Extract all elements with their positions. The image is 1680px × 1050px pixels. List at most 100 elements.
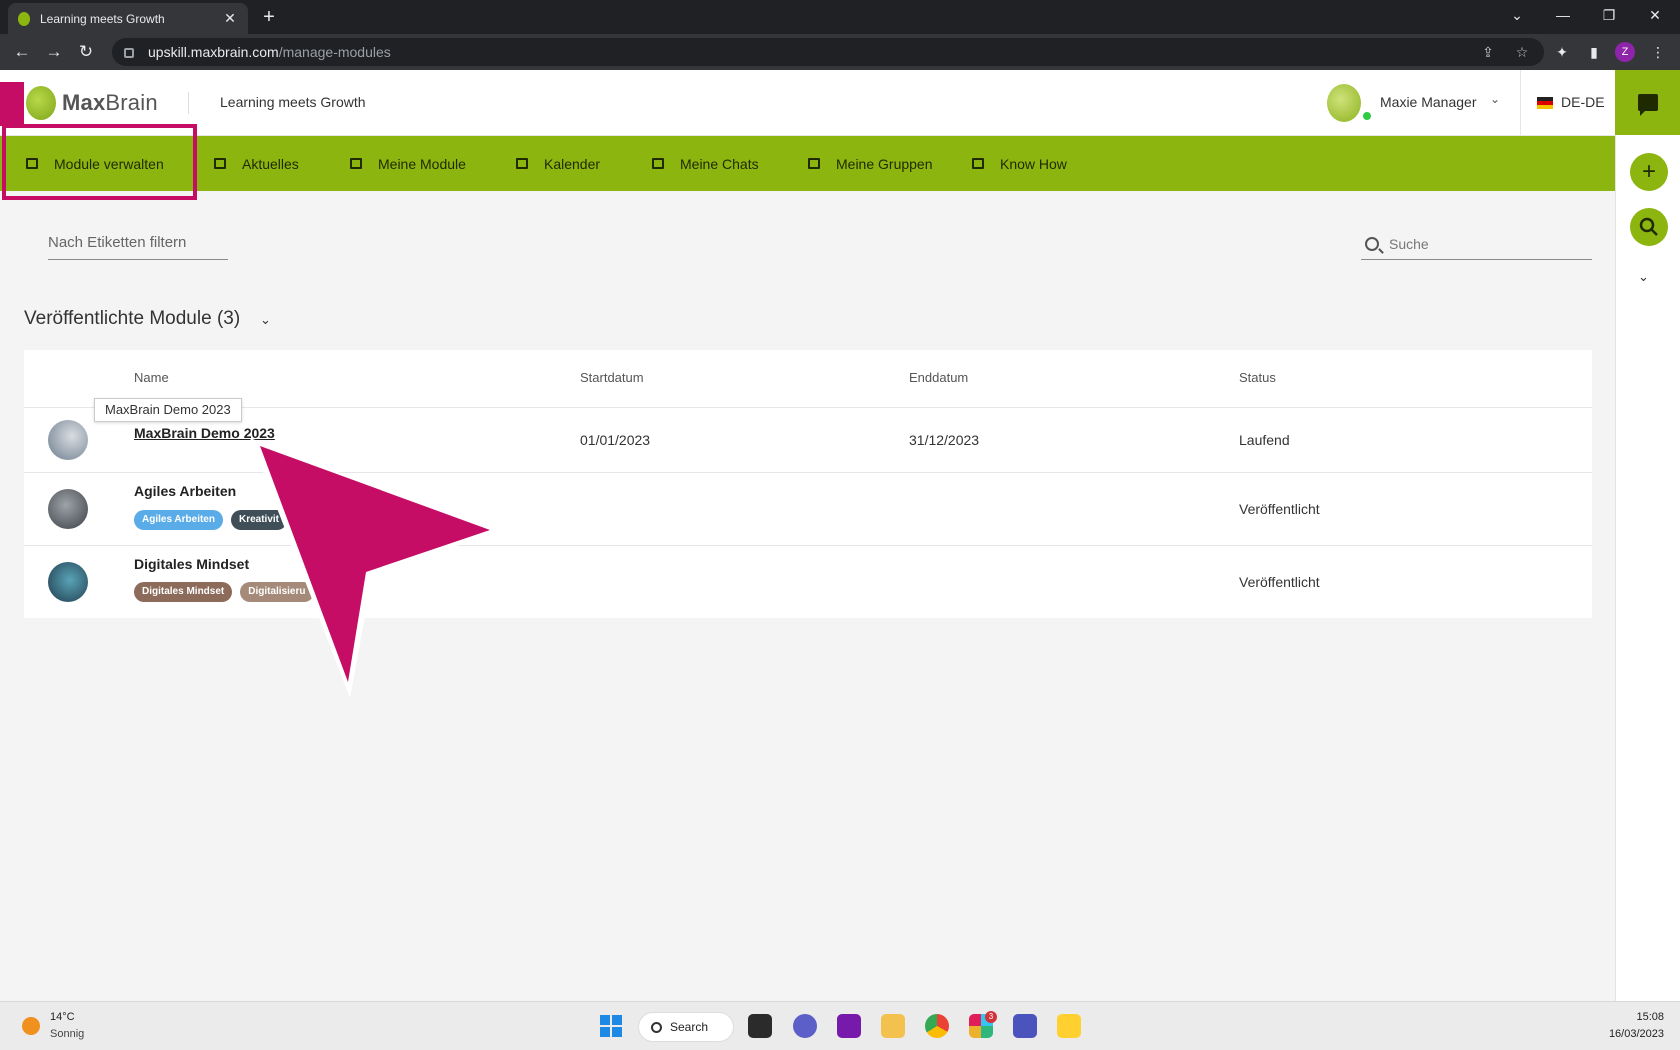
- user-avatar[interactable]: [1327, 84, 1361, 122]
- restore-button[interactable]: ❐: [1586, 0, 1632, 30]
- browser-toolbar: ← → ↻ upskill.maxbrain.com/manage-module…: [0, 34, 1680, 70]
- new-tab-button[interactable]: +: [256, 5, 282, 31]
- status-text: Laufend: [1239, 432, 1290, 448]
- windows-taskbar: 14°C Sonnig Search 3 15:08 16/03/2023: [0, 1001, 1680, 1050]
- search-input[interactable]: Suche: [1361, 228, 1592, 260]
- chat-icon: [1637, 94, 1658, 116]
- search-placeholder: Suche: [1389, 235, 1429, 252]
- miro-icon[interactable]: [1057, 1014, 1081, 1038]
- weather-temperature[interactable]: 14°C: [50, 1011, 75, 1023]
- groups-icon: [808, 158, 820, 169]
- back-button[interactable]: ←: [10, 40, 34, 64]
- nav-aktuelles[interactable]: Aktuelles: [214, 136, 299, 191]
- nav-meine-gruppen[interactable]: Meine Gruppen: [808, 136, 933, 191]
- column-header-startdatum[interactable]: Startdatum: [580, 370, 644, 385]
- nav-kalender[interactable]: Kalender: [516, 136, 600, 191]
- online-status-dot: [1363, 112, 1371, 120]
- url-host: upskill.maxbrain.com: [148, 44, 279, 60]
- close-tab-icon[interactable]: ✕: [222, 10, 238, 27]
- status-text: Veröffentlicht: [1239, 574, 1320, 590]
- chat-toggle-button[interactable]: [1615, 70, 1680, 135]
- maxbrain-favicon-icon: [18, 11, 30, 26]
- reload-button[interactable]: ↻: [74, 40, 98, 64]
- highlight-box: [2, 124, 197, 200]
- calendar-icon: [516, 158, 528, 169]
- onenote-icon[interactable]: [837, 1014, 861, 1038]
- tag-badge[interactable]: Digitales Mindset: [134, 582, 233, 602]
- tag-badge[interactable]: Agiles Arbeiten: [134, 510, 223, 530]
- tag-badge[interactable]: Digitalisieru: [240, 582, 314, 602]
- module-name-tooltip: MaxBrain Demo 2023: [94, 398, 242, 422]
- app-header: MaxBrain Learning meets Growth Maxie Man…: [0, 70, 1615, 136]
- tag-list: Agiles Arbeiten Kreativit: [134, 510, 287, 530]
- side-panel-icon[interactable]: ▮: [1582, 40, 1606, 64]
- module-name-link[interactable]: Agiles Arbeiten: [134, 483, 236, 499]
- end-date: 31/12/2023: [909, 432, 980, 448]
- tag-badge[interactable]: ate: [321, 582, 352, 602]
- close-window-button[interactable]: ✕: [1632, 0, 1678, 30]
- main-navigation: Module verwalten Aktuelles Meine Module …: [0, 136, 1615, 191]
- chrome-icon[interactable]: [925, 1014, 949, 1038]
- chevron-down-icon[interactable]: ⌄: [1490, 92, 1500, 106]
- search-button[interactable]: [1630, 208, 1668, 246]
- teams-icon[interactable]: [1013, 1014, 1037, 1038]
- start-date: 01/01/2023: [580, 432, 651, 448]
- inbox-icon: [652, 158, 664, 169]
- nav-know-how[interactable]: Know How: [972, 136, 1067, 191]
- chevron-down-icon[interactable]: ⌄: [260, 312, 271, 328]
- column-header-name[interactable]: Name: [134, 370, 169, 385]
- logo-text: MaxBrain: [62, 90, 158, 115]
- browser-tab[interactable]: Learning meets Growth ✕: [8, 3, 248, 34]
- module-thumbnail: [48, 489, 88, 529]
- module-name-link[interactable]: MaxBrain Demo 2023: [134, 425, 275, 441]
- add-button[interactable]: +: [1630, 153, 1668, 191]
- taskbar-time[interactable]: 15:08: [1600, 1011, 1664, 1023]
- news-icon: [214, 158, 226, 169]
- table-row[interactable]: MaxBrain Demo 2023 01/01/2023 31/12/2023…: [24, 407, 1592, 472]
- file-explorer-icon[interactable]: [881, 1014, 905, 1038]
- browser-menu-icon[interactable]: ⋮: [1646, 40, 1670, 64]
- module-name-link[interactable]: Digitales Mindset: [134, 556, 249, 572]
- maxbrain-logo[interactable]: MaxBrain: [26, 86, 158, 120]
- magnifier-icon: [1639, 217, 1658, 236]
- language-divider: [1520, 70, 1521, 136]
- right-rail: + ⌄: [1615, 135, 1680, 1001]
- search-icon: [651, 1021, 662, 1033]
- module-thumbnail: [48, 420, 88, 460]
- extensions-icon[interactable]: ✦: [1550, 40, 1574, 64]
- nav-meine-chats[interactable]: Meine Chats: [652, 136, 759, 191]
- teams-chat-icon[interactable]: [793, 1014, 817, 1038]
- header-divider: [188, 92, 189, 114]
- column-header-status[interactable]: Status: [1239, 370, 1276, 385]
- share-icon[interactable]: ⇪: [1476, 38, 1500, 66]
- bookmark-star-icon[interactable]: ☆: [1510, 38, 1534, 66]
- taskbar-date[interactable]: 16/03/2023: [1596, 1028, 1664, 1040]
- taskbar-search[interactable]: Search: [638, 1012, 734, 1042]
- forward-button[interactable]: →: [42, 40, 66, 64]
- table-row[interactable]: Agiles Arbeiten Agiles Arbeiten Kreativi…: [24, 472, 1592, 545]
- table-row[interactable]: Digitales Mindset Digitales Mindset Digi…: [24, 545, 1592, 618]
- sun-icon[interactable]: [22, 1017, 40, 1035]
- tag-badge[interactable]: Kreativit: [230, 510, 287, 530]
- brain-logo-icon: [26, 86, 56, 120]
- language-selector[interactable]: DE-DE: [1561, 94, 1605, 110]
- weather-description[interactable]: Sonnig: [50, 1028, 84, 1040]
- book-icon: [972, 158, 984, 169]
- task-view-icon[interactable]: [748, 1014, 772, 1038]
- section-title[interactable]: Veröffentlichte Module (3): [24, 308, 240, 330]
- minimize-button[interactable]: —: [1540, 0, 1586, 30]
- module-thumbnail: [48, 562, 88, 602]
- user-name[interactable]: Maxie Manager: [1380, 94, 1477, 110]
- nav-meine-module[interactable]: Meine Module: [350, 136, 466, 191]
- browser-tabbar: Learning meets Growth ✕ + ⌄ — ❐ ✕: [0, 0, 1680, 34]
- address-bar[interactable]: upskill.maxbrain.com/manage-modules ⇪ ☆: [112, 38, 1544, 66]
- profile-avatar[interactable]: Z: [1615, 42, 1635, 62]
- modules-table: Name Startdatum Enddatum Status MaxBrain…: [24, 350, 1592, 618]
- tag-filter-input[interactable]: Nach Etiketten filtern: [48, 228, 228, 260]
- status-text: Veröffentlicht: [1239, 501, 1320, 517]
- column-header-enddatum[interactable]: Enddatum: [909, 370, 968, 385]
- windows-start-icon[interactable]: [600, 1015, 622, 1037]
- chevron-down-icon[interactable]: ⌄: [1638, 269, 1649, 285]
- tab-search-icon[interactable]: ⌄: [1494, 0, 1540, 30]
- app-subtitle: Learning meets Growth: [220, 94, 366, 110]
